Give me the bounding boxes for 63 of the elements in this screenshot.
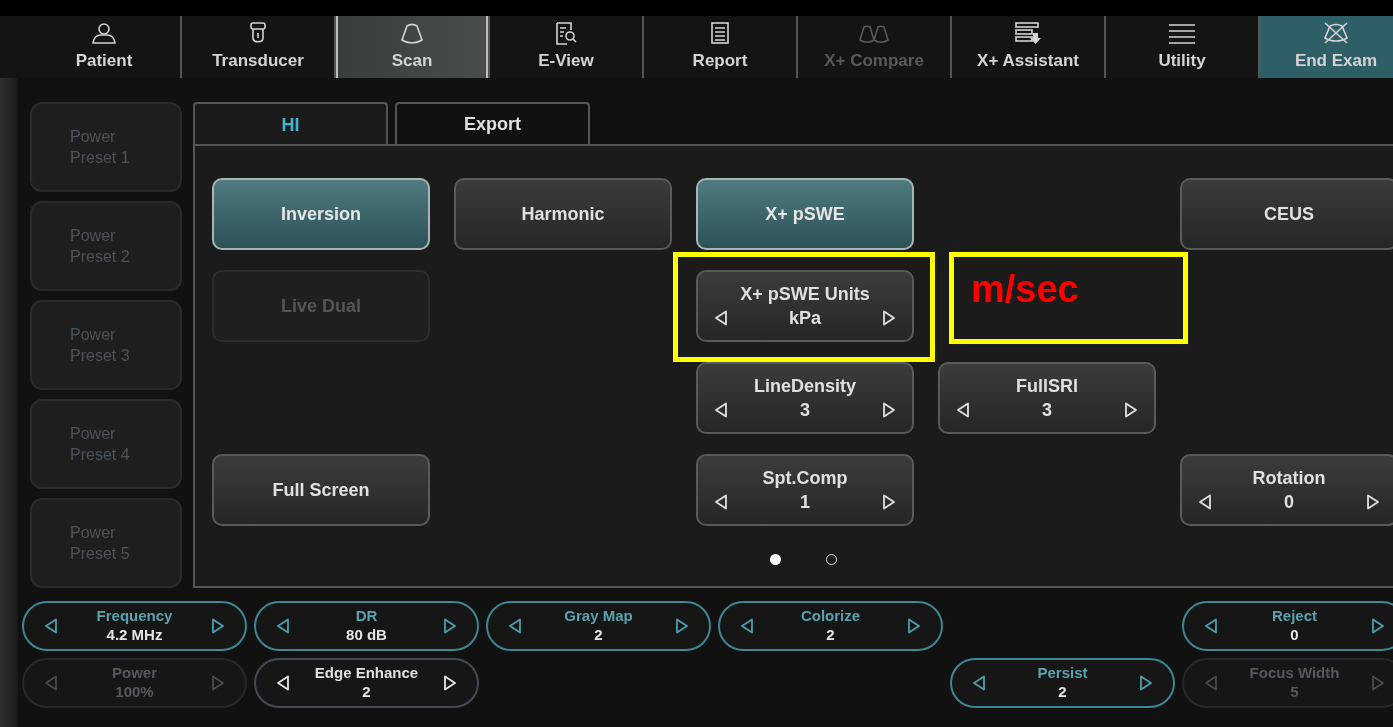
nav-tab[interactable]: Patient bbox=[28, 16, 180, 78]
parameter-control[interactable]: Frequency 4.2 MHz bbox=[22, 601, 247, 651]
tab[interactable]: HI bbox=[193, 102, 388, 146]
spinner-value: 1 bbox=[800, 491, 810, 514]
parameter-label: Reject bbox=[1272, 607, 1317, 626]
toggle-button[interactable]: Harmonic bbox=[454, 178, 672, 250]
parameter-value: 2 bbox=[826, 626, 835, 645]
tab[interactable]: Export bbox=[395, 102, 590, 146]
parameter-label: Frequency bbox=[96, 607, 173, 626]
parameter-label: Persist bbox=[1037, 664, 1088, 683]
spinner-value: 3 bbox=[1042, 399, 1052, 422]
annotation-text: m/sec bbox=[971, 270, 1079, 308]
parameter-value: 80 dB bbox=[346, 626, 387, 645]
right-triangle-icon[interactable] bbox=[211, 618, 225, 634]
parameter-value: 0 bbox=[1290, 626, 1299, 645]
parameter-control[interactable]: DR 80 dB bbox=[254, 601, 479, 651]
parameter-value: 2 bbox=[362, 683, 371, 702]
parameter-label: Edge Enhance bbox=[314, 664, 419, 683]
parameter-label: Gray Map bbox=[564, 607, 633, 626]
left-triangle-icon[interactable] bbox=[276, 618, 290, 634]
right-triangle-icon[interactable] bbox=[443, 618, 457, 634]
spinner-label: X+ pSWE Units bbox=[740, 282, 870, 305]
toggle-button[interactable]: Inversion bbox=[212, 178, 430, 250]
nav-tab[interactable]: X+ Assistant bbox=[952, 16, 1104, 78]
toggle-button[interactable]: X+ pSWE bbox=[696, 178, 914, 250]
spinner-label: Spt.Comp bbox=[762, 466, 848, 489]
right-triangle-icon[interactable] bbox=[675, 618, 689, 634]
parameter-label: Colorize bbox=[800, 607, 861, 626]
nav-tab[interactable]: Report bbox=[644, 16, 796, 78]
toggle-button[interactable]: Full Screen bbox=[212, 454, 430, 526]
parameter-control[interactable]: Persist 2 bbox=[950, 658, 1175, 708]
parameter-value: 2 bbox=[594, 626, 603, 645]
left-triangle-icon[interactable] bbox=[44, 618, 58, 634]
spinner-label: LineDensity bbox=[754, 374, 856, 397]
left-triangle-icon[interactable] bbox=[740, 618, 754, 634]
right-triangle-icon[interactable] bbox=[1371, 618, 1385, 634]
spinner-label: FullSRI bbox=[1016, 374, 1078, 397]
parameter-control[interactable]: Gray Map 2 bbox=[486, 601, 711, 651]
parameter-value: 100% bbox=[115, 683, 154, 702]
nav-tab[interactable]: Utility bbox=[1106, 16, 1258, 78]
parameter-value: 2 bbox=[1058, 683, 1067, 702]
nav-tab[interactable]: Scan bbox=[336, 16, 488, 78]
parameter-value: 4.2 MHz bbox=[106, 626, 163, 645]
nav-tab[interactable]: End Exam bbox=[1260, 16, 1393, 78]
parameter-label: DR bbox=[355, 607, 378, 626]
left-triangle-icon[interactable] bbox=[972, 675, 986, 691]
list-download-icon bbox=[1012, 20, 1044, 47]
spinner-value: 0 bbox=[1284, 491, 1294, 514]
spinner-value: 3 bbox=[800, 399, 810, 422]
left-triangle-icon[interactable] bbox=[508, 618, 522, 634]
parameter-label: Power bbox=[112, 664, 157, 683]
spinner-label: Rotation bbox=[1252, 466, 1326, 489]
parameter-control[interactable]: Colorize 2 bbox=[718, 601, 943, 651]
parameter-label: Focus Width bbox=[1249, 664, 1340, 683]
toggle-button[interactable]: CEUS bbox=[1180, 178, 1393, 250]
parameter-value: 5 bbox=[1290, 683, 1299, 702]
left-triangle-icon[interactable] bbox=[1204, 618, 1218, 634]
nav-tab[interactable]: E-View bbox=[490, 16, 642, 78]
nav-tab[interactable]: Transducer bbox=[182, 16, 334, 78]
right-triangle-icon[interactable] bbox=[1139, 675, 1153, 691]
right-triangle-icon[interactable] bbox=[907, 618, 921, 634]
parameter-control[interactable]: Reject 0 bbox=[1182, 601, 1393, 651]
spinner-value: kPa bbox=[789, 307, 821, 330]
